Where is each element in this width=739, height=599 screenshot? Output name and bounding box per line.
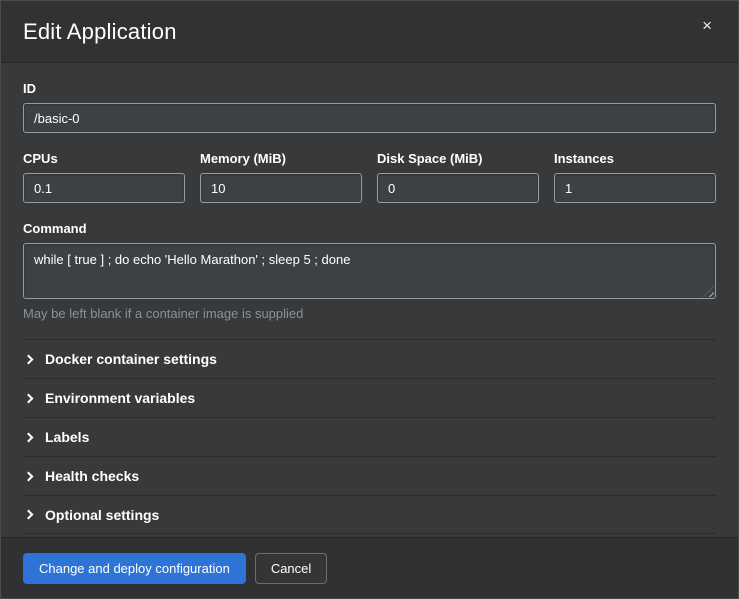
cpus-input[interactable] [23, 173, 185, 203]
modal-header: Edit Application × [1, 1, 738, 63]
chevron-right-icon [24, 354, 34, 364]
command-textarea[interactable]: while [ true ] ; do echo 'Hello Marathon… [23, 243, 716, 299]
id-label: ID [23, 81, 716, 96]
memory-label: Memory (MiB) [200, 151, 362, 166]
section-docker-container-settings[interactable]: Docker container settings [23, 339, 716, 378]
chevron-right-icon [24, 393, 34, 403]
instances-input[interactable] [554, 173, 716, 203]
cancel-button[interactable]: Cancel [255, 553, 327, 584]
memory-input[interactable] [200, 173, 362, 203]
disk-space-input[interactable] [377, 173, 539, 203]
modal-footer: Change and deploy configuration Cancel [1, 537, 738, 598]
cpus-field: CPUs [23, 151, 185, 203]
collapsible-sections: Docker container settings Environment va… [23, 339, 716, 534]
change-and-deploy-button[interactable]: Change and deploy configuration [23, 553, 246, 584]
command-label: Command [23, 221, 716, 236]
id-input[interactable] [23, 103, 716, 133]
disk-space-label: Disk Space (MiB) [377, 151, 539, 166]
instances-label: Instances [554, 151, 716, 166]
section-label: Labels [45, 429, 89, 445]
section-label: Health checks [45, 468, 139, 484]
section-label: Environment variables [45, 390, 195, 406]
section-optional-settings[interactable]: Optional settings [23, 495, 716, 534]
chevron-right-icon [24, 471, 34, 481]
section-label: Optional settings [45, 507, 159, 523]
close-icon: × [702, 16, 712, 35]
chevron-right-icon [24, 510, 34, 520]
memory-field: Memory (MiB) [200, 151, 362, 203]
section-health-checks[interactable]: Health checks [23, 456, 716, 495]
command-textarea-wrap: while [ true ] ; do echo 'Hello Marathon… [23, 243, 716, 299]
section-labels[interactable]: Labels [23, 417, 716, 456]
edit-application-modal: Edit Application × ID CPUs Memory (MiB) … [0, 0, 739, 599]
close-button[interactable]: × [698, 15, 716, 36]
modal-body: ID CPUs Memory (MiB) Disk Space (MiB) In… [1, 63, 738, 537]
command-help-text: May be left blank if a container image i… [23, 306, 716, 321]
disk-space-field: Disk Space (MiB) [377, 151, 539, 203]
command-field: Command while [ true ] ; do echo 'Hello … [23, 221, 716, 321]
chevron-right-icon [24, 432, 34, 442]
cpus-label: CPUs [23, 151, 185, 166]
id-field: ID [23, 81, 716, 133]
section-environment-variables[interactable]: Environment variables [23, 378, 716, 417]
section-label: Docker container settings [45, 351, 217, 367]
modal-title: Edit Application [23, 19, 177, 45]
resource-fields-row: CPUs Memory (MiB) Disk Space (MiB) Insta… [23, 151, 716, 203]
instances-field: Instances [554, 151, 716, 203]
